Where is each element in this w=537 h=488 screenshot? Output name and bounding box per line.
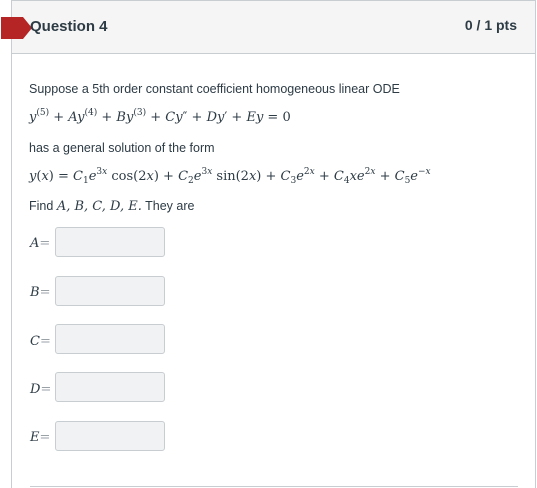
find-suffix: They are bbox=[145, 199, 195, 213]
find-vars: A, B, C, D, E. bbox=[56, 199, 142, 214]
answer-label-c: C= bbox=[30, 334, 51, 349]
answer-label-e: E= bbox=[30, 430, 51, 445]
question-header: Question 4 0 / 1 pts bbox=[1, 1, 535, 54]
points-label: 0 / 1 pts bbox=[464, 17, 517, 33]
answer-input-e[interactable] bbox=[55, 421, 165, 451]
answer-label-a: A= bbox=[30, 236, 51, 251]
ode-equation: y(5) + Ay(4) + By(3) + Cy″ + Dy′ + Ey = … bbox=[29, 108, 291, 126]
answer-input-d[interactable] bbox=[55, 372, 165, 402]
find-instruction: Find A, B, C, D, E. They are bbox=[29, 199, 194, 214]
footer-divider bbox=[30, 486, 518, 487]
answer-input-c[interactable] bbox=[55, 324, 165, 354]
question-mid-text: has a general solution of the form bbox=[29, 141, 215, 155]
find-prefix: Find bbox=[29, 199, 54, 213]
general-solution: y(x) = C1e3x cos(2x) + C2e3x sin(2x) + C… bbox=[29, 167, 431, 186]
answer-label-d: D= bbox=[30, 382, 52, 397]
question-intro: Suppose a 5th order constant coefficient… bbox=[29, 82, 400, 96]
question-title: Question 4 bbox=[30, 18, 108, 35]
answer-input-b[interactable] bbox=[55, 276, 165, 306]
answer-label-b: B= bbox=[30, 285, 51, 300]
question-card: Question 4 0 / 1 pts Suppose a 5th order… bbox=[1, 0, 536, 488]
flag-icon[interactable] bbox=[1, 17, 32, 39]
answer-input-a[interactable] bbox=[55, 227, 165, 257]
